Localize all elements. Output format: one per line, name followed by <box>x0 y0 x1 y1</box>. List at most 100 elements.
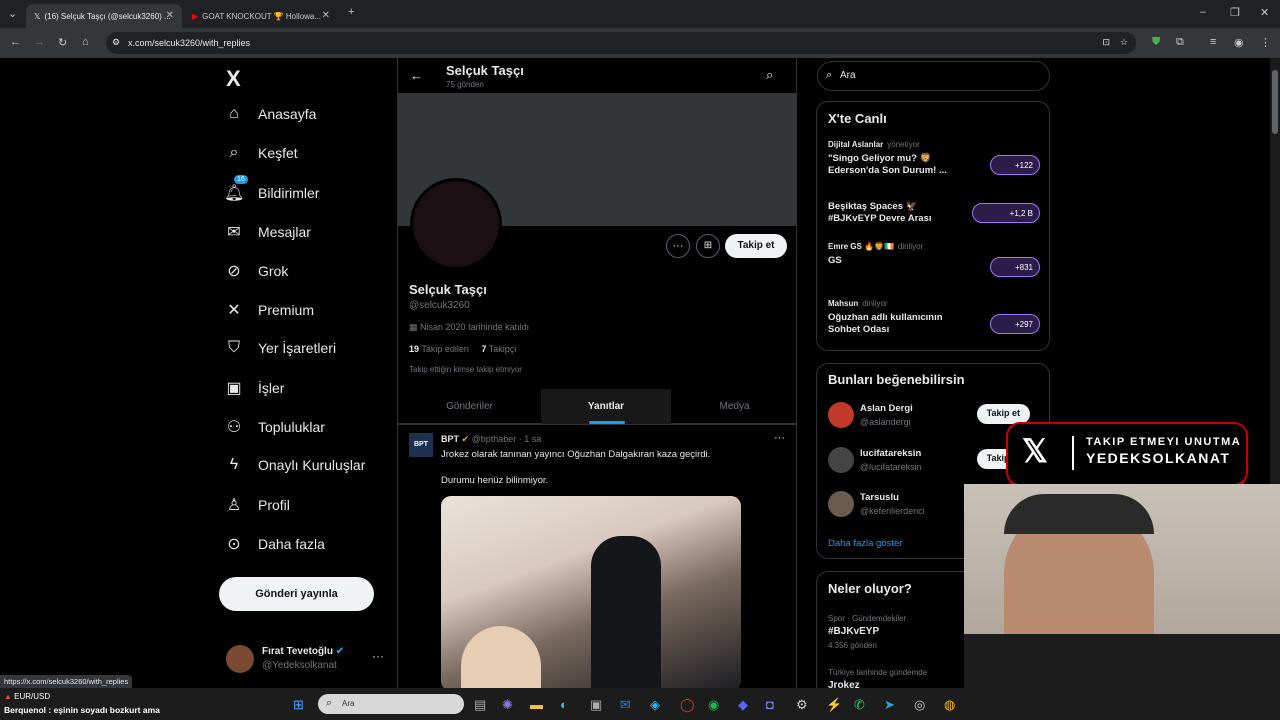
ticker-widget[interactable]: ▲ EUR/USD <box>4 692 50 701</box>
profile-icon[interactable]: ◉ <box>1234 36 1244 49</box>
show-more-link[interactable]: Daha fazla göster <box>828 538 902 549</box>
listener-count-pill[interactable]: +297 <box>990 314 1040 334</box>
post-card[interactable]: BPT BPT ✔ @bpthaber · 1 sa ··· Jrokez ol… <box>398 425 796 688</box>
reload-icon[interactable]: ↻ <box>58 36 67 49</box>
back-arrow-icon[interactable]: ← <box>410 68 423 83</box>
edge-icon[interactable]: ◐ <box>560 697 568 712</box>
live-space-item[interactable]: Beşiktaş Spaces 🦅 #BJKvEYP Devre Arası +1… <box>828 201 1040 245</box>
author-avatar[interactable]: BPT <box>409 433 433 457</box>
tab-posts[interactable]: Gönderiler <box>398 389 541 424</box>
nav-item-briefcase[interactable]: ▣ İşler <box>224 378 284 398</box>
post-more-icon[interactable]: ··· <box>774 432 785 444</box>
tab-replies[interactable]: Yanıtlar <box>541 389 671 424</box>
minimize-icon[interactable]: – <box>1200 6 1206 18</box>
task-view-icon[interactable]: ▤ <box>474 697 486 713</box>
suggestion-item[interactable]: Aslan Dergi @aslandergi Takip et <box>828 402 1040 434</box>
nav-item-more-circle[interactable]: ⊙ Daha fazla <box>224 534 325 554</box>
copilot-icon[interactable]: ✺ <box>502 697 513 713</box>
opera-icon[interactable]: ◯ <box>680 697 695 713</box>
discord-icon[interactable]: ◆ <box>738 697 748 713</box>
extensions-icon[interactable]: ⧉ <box>1176 36 1184 49</box>
teams-icon[interactable]: ◘ <box>766 697 774 712</box>
follow-button[interactable]: Takip et <box>725 234 787 258</box>
close-tab-icon[interactable]: ✕ <box>166 10 174 21</box>
listener-count-pill[interactable]: +122 <box>990 155 1040 175</box>
x-logo-icon[interactable]: X <box>226 66 241 92</box>
browser-tab-active[interactable]: 𝕏 (16) Selçuk Taşçı (@selcuk3260) ... ✕ <box>26 4 182 28</box>
nav-item-label: Profil <box>258 497 290 513</box>
telegram-icon[interactable]: ➤ <box>884 697 895 713</box>
nav-item-person[interactable]: ♙ Profil <box>224 495 290 515</box>
windows-start-icon[interactable]: ⊞ <box>293 697 304 713</box>
more-icon[interactable]: ··· <box>372 649 384 663</box>
home-icon[interactable]: ⌂ <box>82 36 89 48</box>
nav-item-label: Anasayfa <box>258 106 317 122</box>
app-icon-2[interactable]: ⚡ <box>826 697 842 713</box>
live-space-item[interactable]: Dijital Aslanlar yönetiyor "Singo Geliyor … <box>828 140 1040 184</box>
following-link[interactable]: 19 Takip edilen <box>409 344 469 354</box>
account-switcher[interactable]: Fırat Tevetoğlu ✔ @Yedeksolkanat ··· <box>226 643 396 683</box>
app-icon[interactable]: ◈ <box>650 697 660 713</box>
menu-icon[interactable]: ⋮ <box>1260 36 1271 49</box>
media-icon[interactable]: ≡ <box>1210 36 1216 48</box>
tab-media[interactable]: Medya <box>671 389 796 424</box>
nav-item-mail[interactable]: ✉ Mesajlar <box>224 222 311 242</box>
followers-link[interactable]: 7 Takipçi <box>481 344 516 354</box>
back-icon[interactable]: ← <box>10 36 21 48</box>
more-options-icon[interactable]: ··· <box>666 234 690 258</box>
obs-icon[interactable]: ◎ <box>914 697 925 713</box>
nav-item-lightning[interactable]: ϟ Onaylı Kuruluşlar <box>224 456 366 474</box>
home-icon: ⌂ <box>229 105 239 122</box>
nav-item-x[interactable]: ✕ Premium <box>224 300 314 320</box>
install-icon[interactable]: ⊡ <box>1102 37 1110 48</box>
avatar[interactable] <box>828 402 854 428</box>
new-tab-icon[interactable]: + <box>348 6 354 18</box>
nav-item-search[interactable]: ⌕ Keşfet <box>224 144 298 162</box>
trend-name[interactable]: #BJKvEYP <box>828 626 879 637</box>
post-image[interactable] <box>441 496 741 688</box>
panel-title: X'te Canlı <box>828 111 887 126</box>
tab-list-icon[interactable]: ⌄ <box>8 7 17 20</box>
profile-avatar[interactable] <box>410 178 502 270</box>
star-icon[interactable]: ☆ <box>1120 37 1128 48</box>
avatar[interactable] <box>828 491 854 517</box>
shield-extension-icon[interactable]: ⛊ <box>1152 36 1160 49</box>
divider <box>1072 436 1074 470</box>
close-tab-icon[interactable]: ✕ <box>322 10 330 21</box>
whatsapp-icon[interactable]: ✆ <box>854 697 865 713</box>
nav-item-grok[interactable]: ⊘ Grok <box>224 261 288 281</box>
follow-button[interactable]: Takip et <box>976 404 1030 424</box>
browser-toolbar: ← → ↻ ⌂ ⚙ x.com/selcuk3260/with_replies … <box>0 28 1280 58</box>
live-space-item[interactable]: Mahsun dinliyor Oğuzhan adlı kullanıcının … <box>828 299 1040 343</box>
steam-icon[interactable]: ⚙ <box>796 697 808 713</box>
outlook-icon[interactable]: ✉ <box>620 697 631 713</box>
avatar[interactable] <box>828 447 854 473</box>
scrollbar-thumb[interactable] <box>1272 70 1278 134</box>
listener-count-pill[interactable]: +831 <box>990 257 1040 277</box>
close-window-icon[interactable]: ✕ <box>1260 6 1269 19</box>
forward-icon[interactable]: → <box>34 36 45 48</box>
browser-tab[interactable]: ▶ GOAT KNOCKOUT 🏆 Hollowa... ✕ <box>184 4 338 28</box>
nav-item-communities[interactable]: ⚇ Topluluklar <box>224 417 325 437</box>
search-input[interactable]: ⌕ Ara <box>817 61 1050 91</box>
nav-item-bell[interactable]: 🔔︎ 16 Bildirimler <box>224 175 319 203</box>
subscribe-icon[interactable]: ⊞ <box>696 234 720 258</box>
address-input[interactable]: ⚙ x.com/selcuk3260/with_replies ⊡ ☆ <box>106 32 1136 54</box>
folder-icon[interactable]: ▬ <box>530 697 543 712</box>
live-space-item[interactable]: Emre GS 🔥🦁🇮🇪 dinliyor GS +831 <box>828 242 1040 286</box>
grok-icon: ⊘ <box>227 263 241 280</box>
site-info-icon[interactable]: ⚙ <box>112 37 120 48</box>
store-icon[interactable]: ▣ <box>590 697 602 713</box>
maximize-icon[interactable]: ❐ <box>1230 6 1240 19</box>
suggestion-name: lucifatareksin <box>860 448 922 459</box>
post-author[interactable]: BPT <box>441 434 459 444</box>
search-icon[interactable]: ⌕ <box>766 67 773 83</box>
post-button[interactable]: Gönderi yayınla <box>219 577 374 611</box>
nav-item-bookmark[interactable]: ⛉ Yer İşaretleri <box>224 339 336 357</box>
chrome-icon[interactable]: ◍ <box>944 697 955 713</box>
spotify-icon[interactable]: ◉ <box>708 697 719 713</box>
taskbar-search-input[interactable]: ⌕ Ara <box>318 694 464 714</box>
briefcase-icon: ▣ <box>226 380 242 397</box>
listener-count-pill[interactable]: +1,2 B <box>972 203 1040 223</box>
nav-item-home[interactable]: ⌂ Anasayfa <box>224 105 316 123</box>
